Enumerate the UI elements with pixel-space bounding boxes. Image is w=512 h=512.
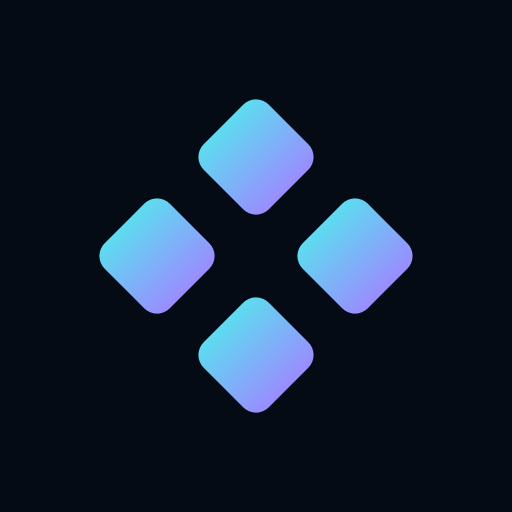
diamond-tile-left [99, 198, 215, 314]
diamond-tile-top [198, 99, 314, 215]
four-diamond-grid-logo-icon [99, 99, 413, 413]
diamond-tile-right [297, 198, 413, 314]
app-icon-canvas [0, 0, 512, 512]
diamond-tile-bottom [198, 297, 314, 413]
diamond-tiles-group [99, 99, 413, 413]
